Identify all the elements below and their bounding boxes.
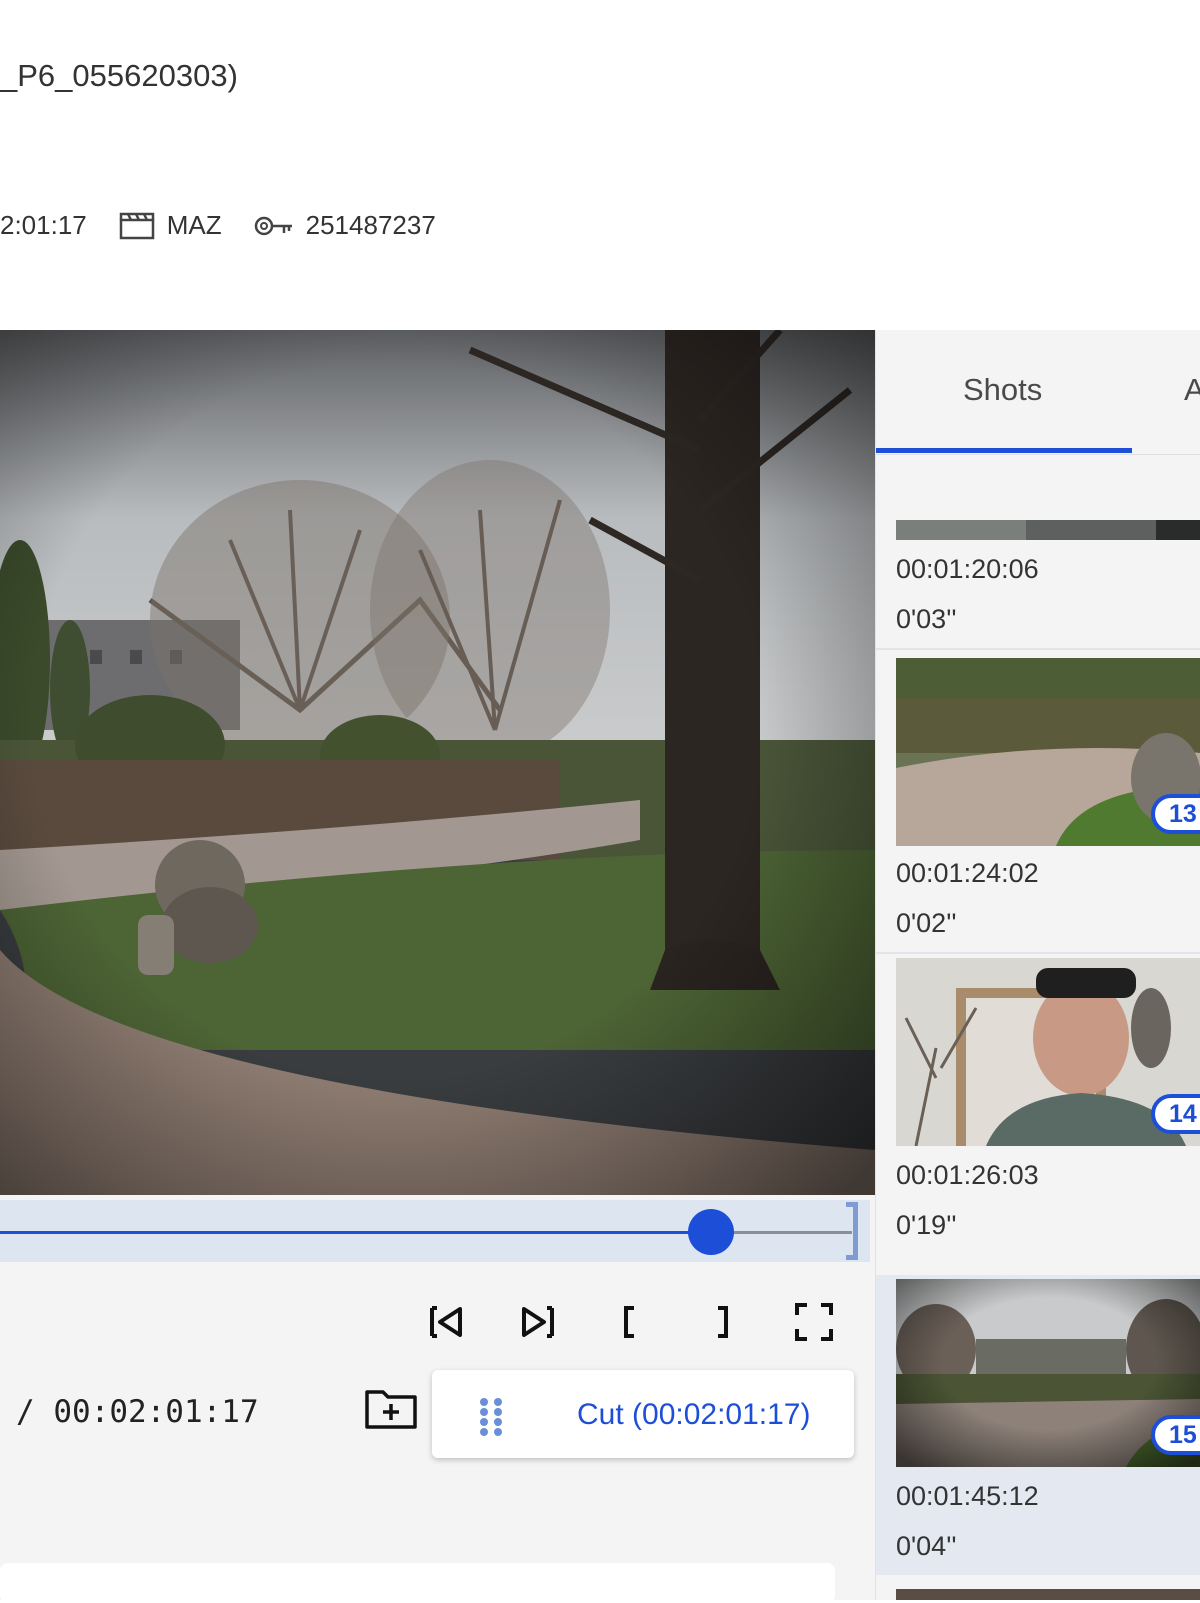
tab-a[interactable]: A [1184, 372, 1200, 408]
prev-shot-button[interactable] [424, 1300, 468, 1344]
shot-timecode: 00:01:24:02 [896, 858, 1039, 888]
lower-panel-card [0, 1563, 835, 1603]
shot-timecode: 00:01:26:03 [896, 1160, 1039, 1190]
timecode-display: / 00:02:01:17 [16, 1394, 259, 1430]
shot-item[interactable]: 13 00:01:24:02 0'02'' [876, 650, 1200, 950]
asset-title: _P6_055620303) [0, 58, 238, 93]
meta-duration-value: 2:01:17 [0, 210, 87, 240]
shot-thumbnail [896, 1588, 1200, 1600]
fullscreen-button[interactable] [792, 1300, 836, 1344]
shot-thumbnail: 13 [896, 658, 1200, 846]
shot-number-badge: 15 [1151, 1415, 1200, 1455]
park-scene-image [0, 330, 875, 1195]
set-in-point-button[interactable] [608, 1300, 652, 1344]
clapperboard-icon [119, 212, 154, 239]
shot-duration: 0'19'' [896, 1210, 957, 1240]
meta-id: 251487237 [254, 210, 436, 241]
shot-item-active[interactable]: 15 00:01:45:12 0'04'' [876, 1275, 1200, 1575]
timeline-played-bar [0, 1231, 712, 1234]
shot-timecode: 00:01:45:12 [896, 1481, 1039, 1511]
meta-duration: 2:01:17 [0, 210, 87, 241]
shot-number-badge: 14 [1151, 1094, 1200, 1134]
shot-thumbnail: 15 [896, 1279, 1200, 1467]
cut-label[interactable]: Cut (00:02:01:17) [577, 1398, 810, 1432]
shots-panel: Shots A 00:01:20:06 0'03'' 13 00:01:24:0… [875, 330, 1200, 1600]
skip-back-icon [430, 1306, 462, 1338]
shot-duration: 0'03'' [896, 604, 957, 634]
folder-plus-icon [365, 1390, 417, 1429]
meta-id-value: 251487237 [305, 210, 436, 240]
cut-item[interactable]: Cut (00:02:01:17) [432, 1370, 854, 1458]
meta-format: MAZ [119, 210, 222, 241]
shot-thumbnail: 14 [896, 958, 1200, 1146]
bracket-right-icon [718, 1306, 728, 1338]
add-to-folder-button[interactable] [364, 1386, 418, 1430]
shot-duration: 0'04'' [896, 1531, 957, 1561]
drag-handle-icon[interactable] [476, 1397, 506, 1437]
shot-timecode: 00:01:20:06 [896, 554, 1039, 584]
shot-thumbnail [896, 520, 1200, 540]
next-shot-button[interactable] [516, 1300, 560, 1344]
shot-duration: 0'02'' [896, 908, 957, 938]
asset-meta-bar: 2:01:17 MAZ 251487237 [0, 210, 468, 241]
skip-forward-icon [522, 1306, 554, 1338]
key-icon [254, 216, 292, 235]
video-frame[interactable] [0, 330, 875, 1195]
panel-tabs: Shots A [876, 330, 1200, 455]
active-tab-indicator [876, 448, 1132, 453]
set-out-point-button[interactable] [700, 1300, 744, 1344]
shot-item[interactable] [876, 1584, 1200, 1600]
timeline-scrubber[interactable] [0, 1200, 870, 1262]
tab-shots[interactable]: Shots [963, 372, 1042, 408]
bracket-left-icon [624, 1306, 634, 1338]
shot-item[interactable]: 14 00:01:26:03 0'19'' [876, 954, 1200, 1254]
meta-format-value: MAZ [166, 210, 222, 240]
shot-number-badge: 13 [1151, 794, 1200, 834]
timeline-playhead-handle[interactable] [688, 1209, 734, 1255]
fullscreen-icon [795, 1303, 833, 1341]
timeline-out-marker[interactable] [846, 1202, 858, 1260]
